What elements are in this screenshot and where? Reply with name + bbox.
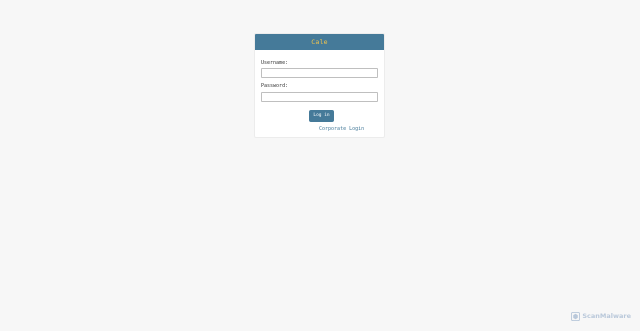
- login-card: Cale Username: Password: Log in Corporat…: [254, 33, 385, 138]
- scanmalware-logo-icon: [571, 311, 581, 321]
- password-field[interactable]: [261, 92, 378, 102]
- login-button[interactable]: Log in: [309, 110, 334, 122]
- username-label: Username:: [261, 60, 289, 66]
- login-header: Cale: [255, 34, 384, 50]
- corporate-login-link[interactable]: Corporate Login: [319, 126, 364, 132]
- app-title: Cale: [311, 38, 328, 46]
- username-field[interactable]: [261, 68, 378, 78]
- watermark-text: ScanMalware: [582, 312, 631, 320]
- scanmalware-watermark: ScanMalware: [571, 311, 631, 321]
- password-label: Password:: [261, 83, 289, 89]
